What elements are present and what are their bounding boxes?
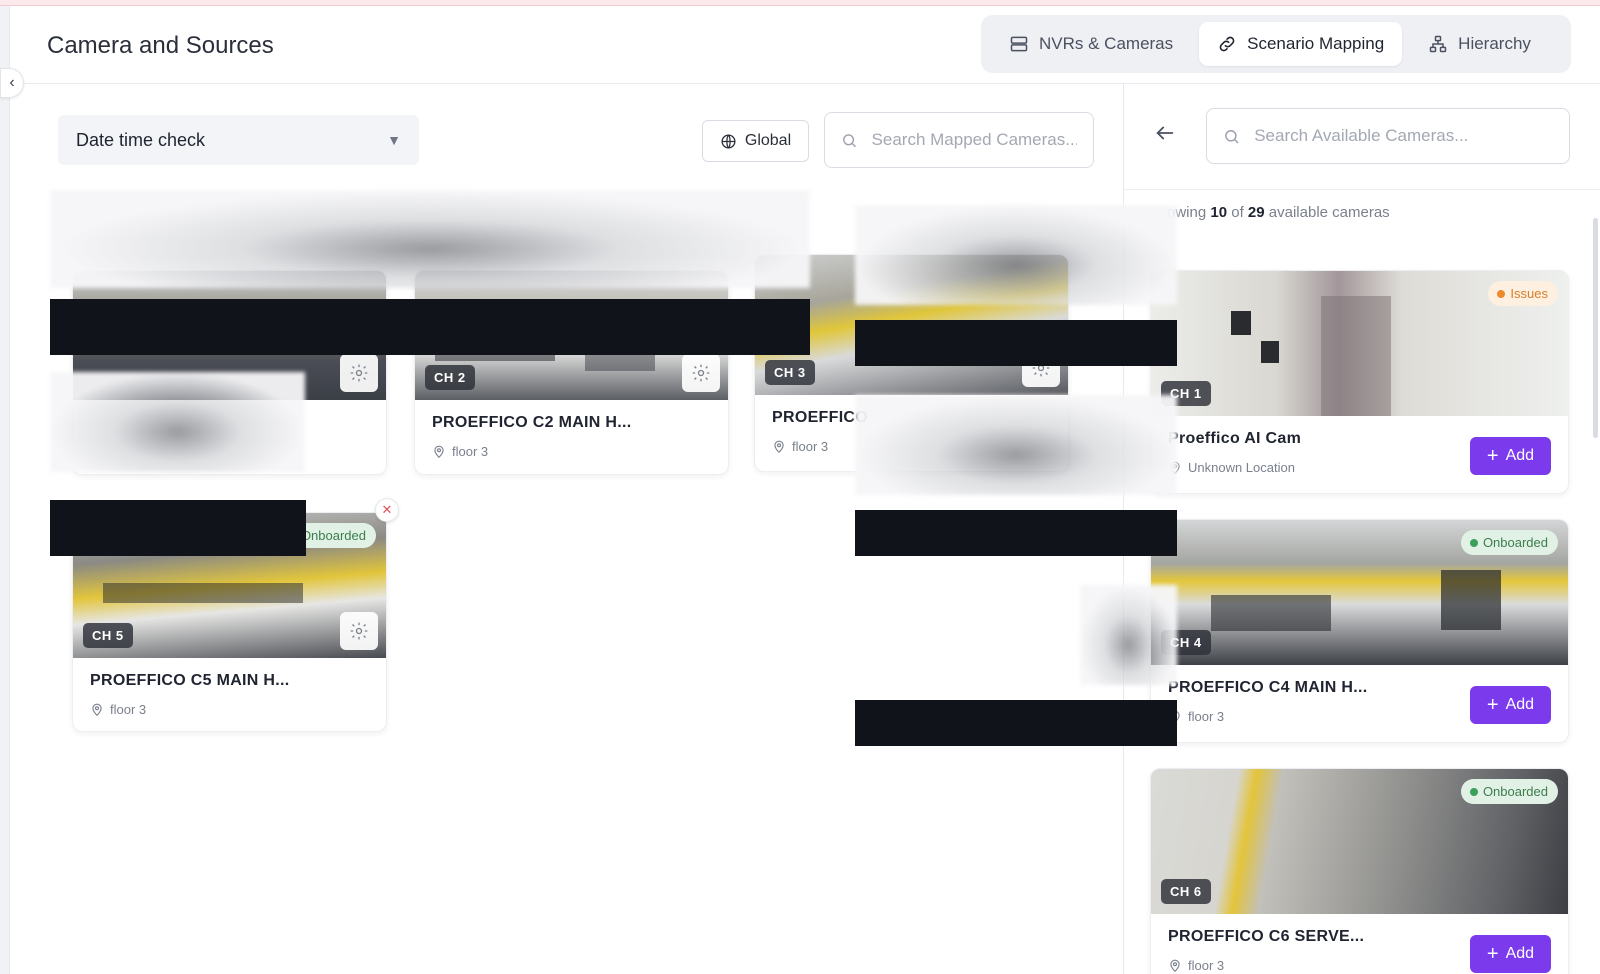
channel-badge: CH 3 bbox=[765, 360, 815, 385]
channel-badge: CH 6 bbox=[1161, 879, 1211, 904]
redaction-blur bbox=[50, 372, 305, 472]
camera-location-label: Unknown Location bbox=[1188, 460, 1295, 475]
page-header: Camera and Sources NVRs & Cameras Scenar… bbox=[10, 6, 1600, 84]
server-icon bbox=[1010, 36, 1028, 52]
showing-of: of bbox=[1231, 204, 1244, 221]
camera-thumbnail: Onboarded CH 6 bbox=[1151, 769, 1568, 914]
search-available-input[interactable] bbox=[1254, 126, 1553, 146]
tab-nvrs-cameras[interactable]: NVRs & Cameras bbox=[991, 22, 1191, 66]
camera-location: floor 3 bbox=[432, 444, 711, 459]
tab-label: Scenario Mapping bbox=[1247, 34, 1385, 53]
redaction-bar bbox=[50, 500, 306, 556]
close-icon: ✕ bbox=[381, 502, 393, 517]
camera-thumbnail: Onboarded CH 4 bbox=[1151, 520, 1568, 665]
search-mapped-input[interactable] bbox=[871, 130, 1077, 150]
camera-location-label: floor 3 bbox=[110, 702, 147, 717]
redaction-blur bbox=[1080, 585, 1177, 685]
scrollbar[interactable] bbox=[1593, 218, 1598, 438]
search-available-cameras bbox=[1206, 108, 1570, 164]
redaction-blur bbox=[855, 205, 1177, 305]
global-label: Global bbox=[744, 132, 792, 149]
showing-suffix: available cameras bbox=[1268, 204, 1390, 221]
redaction-blur bbox=[50, 190, 810, 288]
plus-icon: + bbox=[1486, 694, 1499, 716]
channel-badge: CH 2 bbox=[425, 365, 475, 390]
add-camera-button[interactable]: + Add bbox=[1470, 935, 1551, 973]
map-pin-icon bbox=[774, 440, 784, 453]
globe-icon bbox=[721, 133, 736, 149]
camera-location-label: floor 3 bbox=[792, 439, 829, 454]
search-icon bbox=[1225, 129, 1239, 143]
search-icon bbox=[843, 133, 856, 147]
available-cameras-panel: owing 10 of 29 available cameras Issues … bbox=[1123, 84, 1600, 974]
scenario-selected-value: Date time check bbox=[76, 129, 206, 150]
plus-icon: + bbox=[1486, 943, 1499, 965]
camera-settings-button[interactable] bbox=[340, 612, 378, 650]
camera-name: PROEFFICO C5 MAIN H... bbox=[90, 672, 290, 689]
tab-label: Hierarchy bbox=[1458, 34, 1531, 53]
chevron-down-icon: ▼ bbox=[387, 132, 401, 148]
redaction-bar bbox=[50, 299, 810, 355]
add-camera-button[interactable]: + Add bbox=[1470, 686, 1551, 724]
link-icon bbox=[1219, 36, 1235, 52]
camera-thumbnail: Issues CH 1 bbox=[1151, 271, 1568, 416]
status-badge: Issues bbox=[1488, 281, 1558, 306]
tab-label: NVRs & Cameras bbox=[1039, 34, 1174, 53]
add-label: Add bbox=[1505, 945, 1535, 962]
side-panel-header bbox=[1124, 84, 1600, 190]
camera-location: floor 3 bbox=[90, 702, 369, 717]
redaction-blur bbox=[855, 395, 1177, 495]
redaction-bar bbox=[855, 700, 1177, 746]
showing-total: 29 bbox=[1247, 204, 1265, 221]
available-camera-card[interactable]: Onboarded CH 4 PROEFFICO C4 MAIN H... fl… bbox=[1150, 519, 1569, 743]
camera-settings-button[interactable] bbox=[340, 354, 378, 392]
camera-location-label: floor 3 bbox=[1188, 958, 1225, 973]
add-camera-button[interactable]: + Add bbox=[1470, 437, 1551, 475]
gear-icon bbox=[692, 364, 710, 382]
page-title: Camera and Sources bbox=[47, 32, 274, 59]
map-pin-icon bbox=[92, 703, 102, 716]
back-button[interactable] bbox=[1154, 122, 1176, 149]
showing-count-text: owing 10 of 29 available cameras bbox=[1167, 204, 1390, 221]
arrow-left-icon bbox=[1156, 126, 1174, 140]
remove-camera-button[interactable]: ✕ bbox=[375, 498, 399, 522]
left-rail bbox=[0, 6, 10, 974]
showing-count: 10 bbox=[1210, 204, 1228, 221]
hierarchy-icon bbox=[1429, 35, 1447, 53]
camera-name: PROEFFICO C2 MAIN H... bbox=[432, 414, 632, 431]
map-pin-icon bbox=[1170, 959, 1180, 972]
tab-hierarchy[interactable]: Hierarchy bbox=[1410, 22, 1549, 66]
global-button[interactable]: Global bbox=[702, 120, 809, 162]
add-label: Add bbox=[1505, 447, 1535, 464]
status-badge: Onboarded bbox=[1460, 779, 1558, 804]
redaction-bar bbox=[855, 510, 1177, 556]
tab-bar: NVRs & Cameras Scenario Mapping Hierarch… bbox=[981, 15, 1571, 73]
status-badge: Onboarded bbox=[1460, 530, 1558, 555]
camera-location-label: floor 3 bbox=[452, 444, 489, 459]
map-pin-icon bbox=[434, 445, 444, 458]
plus-icon: + bbox=[1486, 445, 1499, 467]
channel-badge: CH 5 bbox=[83, 623, 133, 648]
redaction-bar bbox=[855, 320, 1177, 366]
available-camera-card[interactable]: Onboarded CH 6 PROEFFICO C6 SERVE... flo… bbox=[1150, 768, 1569, 974]
scenario-select[interactable]: Date time check ▼ bbox=[58, 115, 419, 165]
available-camera-card[interactable]: Issues CH 1 Proeffico AI Cam Unknown Loc… bbox=[1150, 270, 1569, 494]
camera-settings-button[interactable] bbox=[682, 354, 720, 392]
camera-location-label: floor 3 bbox=[1188, 709, 1225, 724]
search-mapped-cameras bbox=[824, 112, 1094, 168]
add-label: Add bbox=[1505, 696, 1535, 713]
gear-icon bbox=[350, 364, 368, 382]
tab-scenario-mapping[interactable]: Scenario Mapping bbox=[1199, 22, 1403, 66]
gear-icon bbox=[350, 622, 368, 640]
